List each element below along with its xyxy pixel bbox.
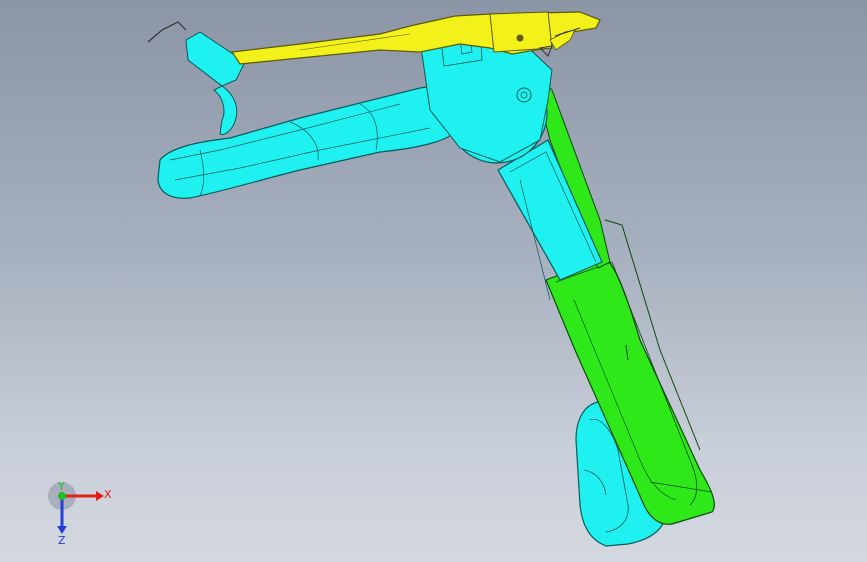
cad-viewport[interactable]: X Y Z — [0, 0, 867, 562]
handle-body-part[interactable] — [157, 86, 456, 199]
y-axis-marker — [58, 492, 66, 500]
coordinate-triad: X Y Z — [40, 480, 120, 547]
y-axis-label: Y — [57, 482, 65, 493]
hook-part[interactable] — [147, 21, 246, 135]
stapler-assembly-model[interactable] — [0, 0, 867, 562]
z-axis-head — [57, 526, 67, 534]
upper-lever-part[interactable] — [230, 11, 601, 65]
x-axis-label: X — [104, 488, 112, 501]
coordinate-triad-icon: X Y Z — [48, 480, 112, 547]
z-axis-label: Z — [58, 534, 66, 546]
x-axis-head — [96, 491, 104, 501]
